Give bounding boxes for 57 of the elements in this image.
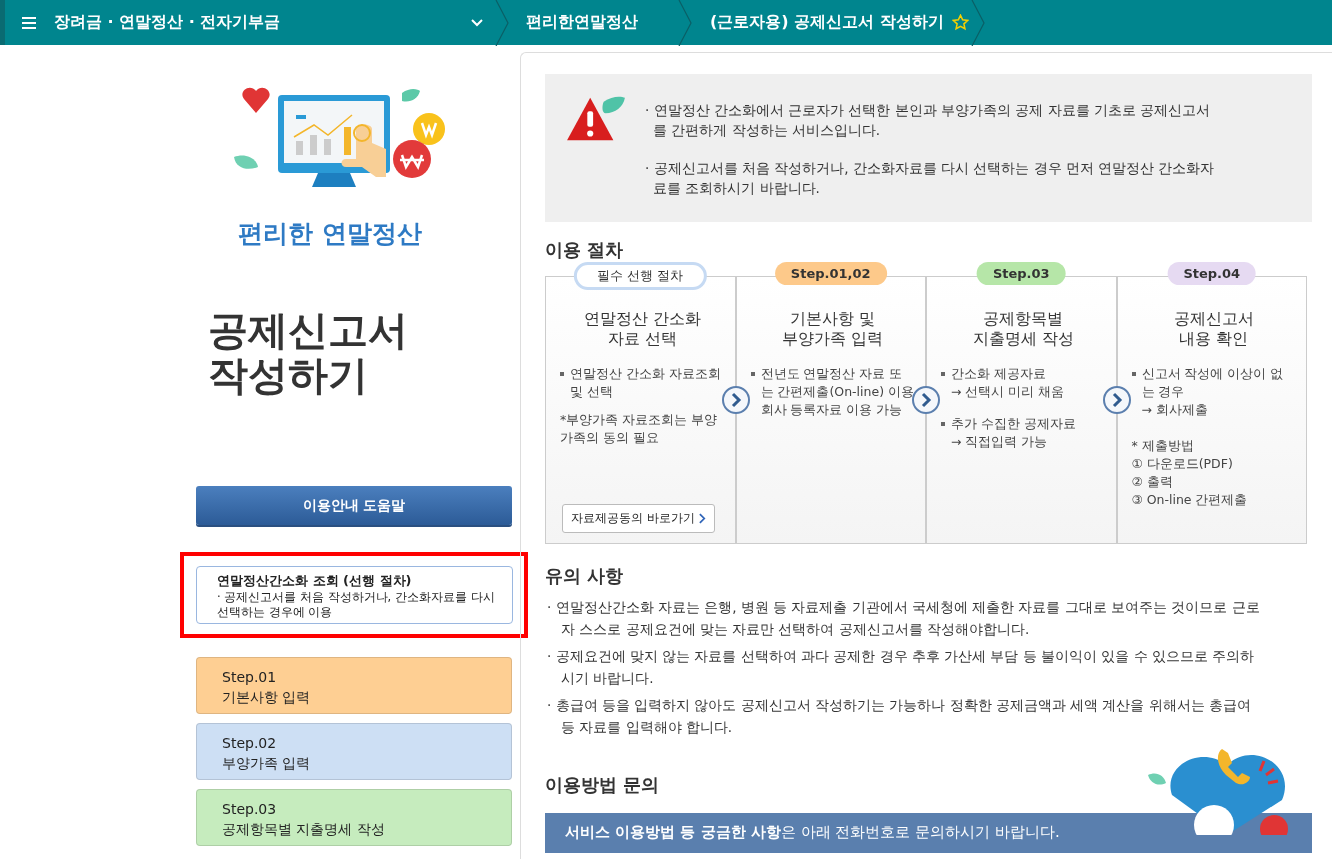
bullet-text: 전년도 연말정산 자료 또는 간편제출(On-line) 이용 회사 등록자료 이용 가능: [760, 365, 915, 419]
prerequisite-menu-item[interactable]: 연말정산간소화 조회 (선행 절차) · 공제신고서를 처음 작성하거나, 간소화자료를 다시 선택하는 경우에 이용: [196, 566, 513, 624]
section-heading: 이용 절차: [545, 238, 625, 262]
list-item-text: ③ On-line 간편제출: [1131, 491, 1248, 509]
menu-item-title: 연말정산간소화 조회 (선행 절차): [217, 572, 413, 590]
caution-text: · 총급여 등을 입력하지 않아도 공제신고서 작성하기는 가능하나 정확한 공제금액과 세액 계산을 위해서는 총급여 등 자료를 입력해야 합니다.: [546, 696, 1253, 737]
menu-icon[interactable]: [22, 16, 36, 29]
step-menu-item[interactable]: Step.01 기본사항 입력: [196, 657, 512, 714]
card-title: 공제항목별: [982, 309, 1065, 329]
breadcrumb-link[interactable]: 편리한연말정산: [526, 12, 638, 33]
step-number: Step.01: [222, 668, 278, 687]
step-badge: Step.04: [1167, 262, 1257, 285]
card-title: 연말정산 간소화: [582, 309, 702, 329]
brand-title: 편리한 연말정산: [238, 218, 423, 250]
sub-text: → 선택시 미리 채움: [951, 383, 1065, 401]
list-item-text: ② 출력: [1131, 473, 1173, 491]
bullet-text: 간소화 제공자료: [951, 365, 1046, 383]
note-text: *부양가족 자료조회는 부양가족의 동의 필요: [560, 411, 719, 447]
chevron-down-icon[interactable]: [471, 18, 483, 27]
page-heading: 공제신고서 작성하기: [208, 308, 409, 398]
step-badge: 필수 선행 절차: [574, 262, 707, 290]
chevron-right-icon: [698, 513, 706, 524]
bullet-text: 추가 수집한 공제자료: [951, 415, 1076, 433]
section-heading: 유의 사항: [545, 564, 625, 588]
step-badge: Step.01,02: [774, 262, 887, 285]
menu-item-note: · 공제신고서를 처음 작성하거나, 간소화자료를 다시 선택하는 경우에 이용: [217, 590, 496, 620]
card-title: 기본사항 및: [789, 309, 877, 329]
card-title: 내용 확인: [1178, 329, 1250, 349]
menu-title[interactable]: 장려금 · 연말정산 · 전자기부금: [54, 12, 471, 33]
bullet-text: 연말정산 간소화 자료조회 및 선택: [570, 365, 722, 401]
caution-text: · 연말정산간소화 자료는 은행, 병원 등 자료제출 기관에서 국세청에 제출한 자료를 그대로 보여주는 것이므로 근로자 스스로 공제요건에 맞는 자료만 선택하여 공제신고서를 작성해야합니다.: [546, 598, 1261, 639]
step-badge: Step.03: [976, 262, 1066, 285]
help-button[interactable]: 이용안내 도움말: [196, 486, 512, 525]
step-menu-item[interactable]: Step.02 부양가족 입력: [196, 723, 512, 780]
card-title: 지출명세 작성: [971, 329, 1075, 349]
step-number: Step.03: [222, 800, 278, 819]
notice-text: · 연말정산 간소화에서 근로자가 선택한 본인과 부양가족의 공제 자료를 기초로 공제신고서를 간편하게 작성하는 서비스입니다.: [645, 101, 1212, 140]
bullet-text: 신고서 작성에 이상이 없는 경우: [1141, 365, 1285, 401]
step-number: Step.02: [222, 734, 278, 753]
section-heading: 이용방법 문의: [545, 773, 661, 797]
step-menu-item[interactable]: Step.03 공제항목별 지출명세 작성: [196, 789, 512, 846]
note-text: * 제출방법: [1131, 437, 1194, 455]
card-title: 부양가족 입력: [781, 329, 885, 349]
step-label: 공제항목별 지출명세 작성: [222, 820, 386, 839]
card-title: 자료 선택: [606, 329, 678, 349]
caution-text: · 공제요건에 맞지 않는 자료를 선택하여 과다 공제한 경우 추후 가산세 부담 등 불이익이 있을 수 있으므로 주의하시기 바랍니다.: [546, 647, 1256, 688]
list-item-text: ① 다운로드(PDF): [1131, 455, 1233, 473]
card-title: 공제신고서: [1172, 309, 1255, 329]
step-label: 기본사항 입력: [222, 688, 312, 707]
sub-text: → 회사제출: [1141, 401, 1208, 419]
sub-text: → 직접입력 가능: [951, 433, 1048, 451]
page-title: (근로자용) 공제신고서 작성하기: [710, 12, 944, 33]
banner-text: 서비스 이용방법 등 궁금한 사항은 아래 전화번호로 문의하시기 바랍니다.: [565, 823, 1060, 841]
star-icon[interactable]: [951, 14, 969, 31]
step-label: 부양가족 입력: [222, 754, 312, 773]
notice-text: · 공제신고서를 처음 작성하거나, 간소화자료를 다시 선택하는 경우 먼저 연말정산 간소화자료를 조회하시기 바랍니다.: [645, 159, 1216, 198]
shortcut-button[interactable]: 자료제공동의 바로가기: [562, 504, 715, 533]
